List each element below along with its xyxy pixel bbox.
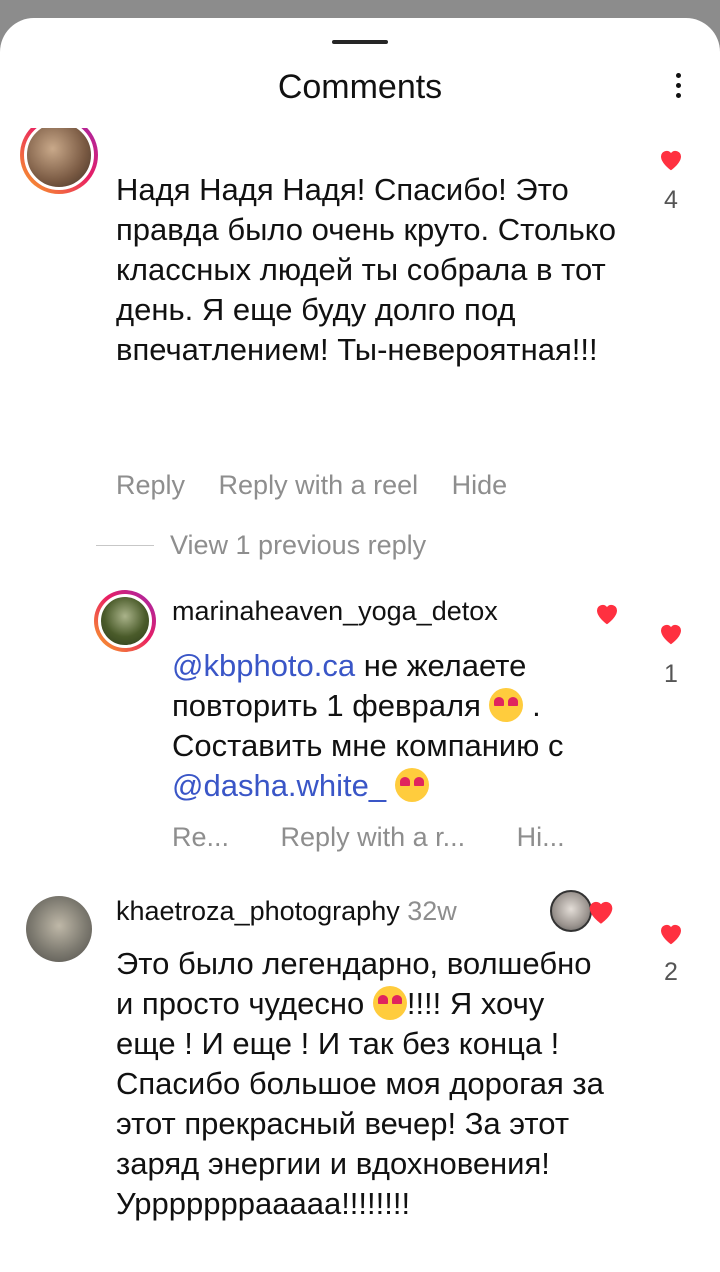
reply-with-reel-button[interactable]: Reply with a reel [219, 470, 419, 500]
creator-liked-heart-icon [589, 901, 613, 924]
reply-button[interactable]: Reply [116, 470, 185, 500]
username[interactable]: marinaheaven_yoga_detox [172, 596, 498, 627]
view-previous-replies-button[interactable]: View 1 previous reply [170, 530, 426, 561]
comments-list[interactable]: Надя Надя Надя! Спасибо! Это правда было… [0, 128, 720, 1272]
heart-icon[interactable] [656, 618, 686, 648]
comment-text: Надя Надя Надя! Спасибо! Это правда было… [116, 172, 616, 367]
timestamp: 32w [407, 896, 457, 926]
mention-link[interactable]: @dasha.white_ [172, 768, 386, 803]
heart-icon[interactable] [656, 918, 686, 948]
comment-text: @kbphoto.ca не желаете повторить 1 февра… [172, 648, 564, 803]
comment-actions: Reply Reply with a reel Hide [116, 470, 533, 501]
username[interactable]: khaetroza_photography [116, 896, 400, 926]
more-vertical-icon[interactable] [664, 70, 692, 104]
page-title: Comments [277, 68, 443, 106]
star-struck-emoji-icon [372, 986, 407, 1020]
creator-liked-heart-icon [597, 604, 617, 625]
drag-handle[interactable] [332, 40, 388, 44]
mention-link[interactable]: @kbphoto.ca [172, 648, 355, 683]
comment-text: Это было легендарно, волшебно и просто ч… [116, 946, 604, 1221]
divider [96, 545, 154, 546]
hide-button[interactable]: Hide [452, 470, 508, 500]
reply-with-reel-button[interactable]: Reply with a r... [281, 822, 466, 852]
heart-eyes-emoji-icon [489, 688, 524, 722]
hide-button[interactable]: Hi... [517, 822, 565, 852]
avatar[interactable] [26, 896, 92, 962]
comment-header: khaetroza_photography 32w [116, 896, 457, 927]
heart-eyes-emoji-icon [394, 768, 429, 802]
reply-button[interactable]: Re... [172, 822, 229, 852]
comments-sheet: Comments Надя Надя Надя! Спасибо! Это пр… [0, 18, 720, 1272]
like-count: 4 [664, 186, 678, 214]
comment-actions: Re... Reply with a r... Hi... [172, 822, 591, 853]
like-count: 2 [664, 958, 678, 986]
like-count: 1 [664, 660, 678, 688]
avatar[interactable] [94, 590, 156, 652]
heart-icon[interactable] [656, 144, 686, 174]
avatar[interactable] [20, 128, 98, 194]
